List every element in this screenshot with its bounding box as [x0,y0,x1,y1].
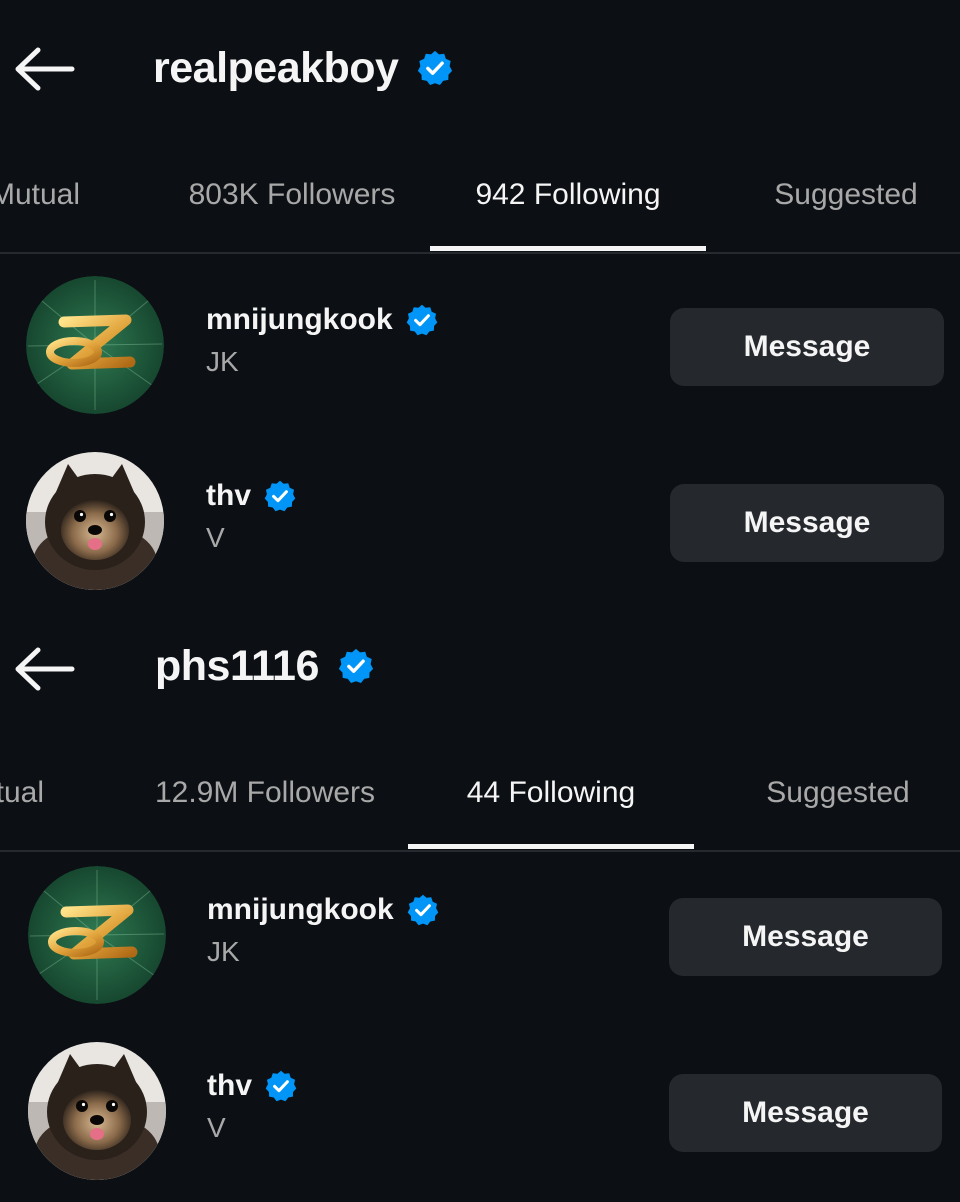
user-display-name: JK [206,346,239,377]
user-handle-line: mnijungkook [206,298,439,342]
arrow-left-icon [14,646,76,692]
user-handle[interactable]: thv [207,1069,252,1103]
list-item[interactable]: mnijungkook JK Message [0,866,960,1026]
user-info: mnijungkook JK [206,298,439,380]
profile-title: realpeakboy [153,40,454,96]
profile-header: phs1116 [0,600,960,736]
verified-badge-icon [416,49,454,87]
message-button[interactable]: Message [670,308,944,386]
tab-followers[interactable]: 12.9M Followers [132,748,398,838]
user-handle[interactable]: thv [206,479,251,513]
tab-mutual[interactable]: Mutual [0,150,80,240]
back-button[interactable] [14,46,76,92]
tab-following[interactable]: 44 Following [408,748,694,838]
message-button[interactable]: Message [669,898,942,976]
list-item[interactable]: thv V Message [0,1042,960,1202]
profile-username: phs1116 [155,641,319,690]
tab-followers[interactable]: 803K Followers [160,150,424,240]
user-info: thv V [207,1064,298,1146]
tab-mutual[interactable]: Mutual [0,748,44,838]
verified-badge-icon [405,303,439,337]
active-tab-indicator [408,844,694,849]
tab-following[interactable]: 942 Following [430,150,706,240]
user-handle-line: thv [207,1064,298,1108]
user-handle-line: thv [206,474,297,518]
pomeranian-dog-avatar[interactable] [26,452,164,590]
verified-badge-icon [264,1069,298,1103]
profile-panel-realpeakboy: realpeakboy Mutual 803K Followers 942 Fo… [0,0,960,600]
follow-tabs: Mutual 12.9M Followers 44 Following Sugg… [0,748,960,852]
profile-title: phs1116 [155,638,375,694]
user-info: thv V [206,474,297,556]
message-button[interactable]: Message [670,484,944,562]
tabs-divider [0,252,960,254]
active-tab-indicator [430,246,706,251]
back-button[interactable] [14,646,76,692]
verified-badge-icon [406,893,440,927]
list-item[interactable]: thv V Message [0,452,960,612]
list-item[interactable]: mnijungkook JK Message [0,276,960,436]
user-handle[interactable]: mnijungkook [207,893,394,927]
profile-username: realpeakboy [153,43,399,92]
golden-logo-avatar[interactable] [26,276,164,414]
pomeranian-dog-avatar[interactable] [28,1042,166,1180]
tab-suggested[interactable]: Suggested [736,150,956,240]
arrow-left-icon [14,46,76,92]
tabs-divider [0,850,960,852]
user-info: mnijungkook JK [207,888,440,970]
tab-suggested[interactable]: Suggested [728,748,948,838]
user-handle[interactable]: mnijungkook [206,303,393,337]
user-display-name: V [206,522,225,553]
follow-tabs: Mutual 803K Followers 942 Following Sugg… [0,150,960,254]
verified-badge-icon [263,479,297,513]
user-display-name: V [207,1112,226,1143]
profile-header: realpeakboy [0,0,960,136]
message-button[interactable]: Message [669,1074,942,1152]
user-handle-line: mnijungkook [207,888,440,932]
user-display-name: JK [207,936,240,967]
golden-logo-avatar[interactable] [28,866,166,1004]
verified-badge-icon [337,647,375,685]
profile-panel-phs1116: phs1116 Mutual 12.9M Followers 44 Follow… [0,600,960,1200]
